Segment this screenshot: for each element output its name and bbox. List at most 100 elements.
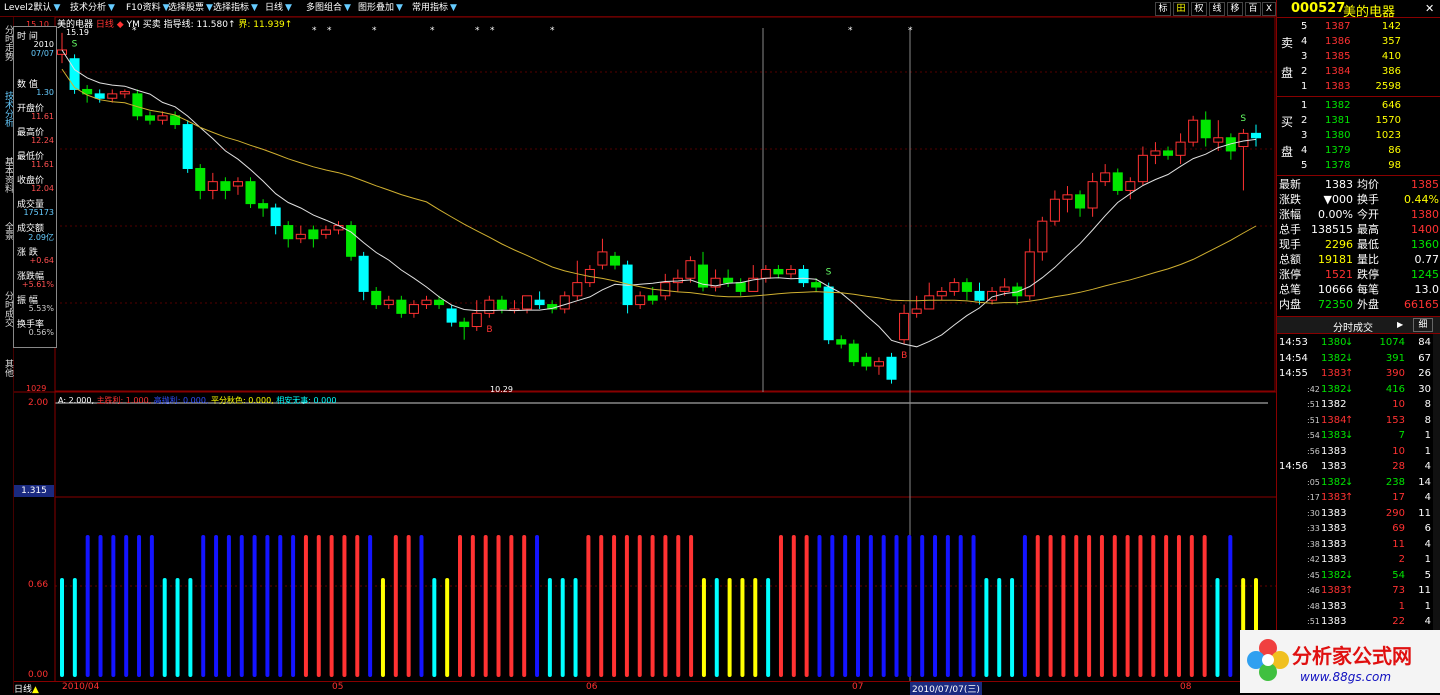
tab-other[interactable]: 其他 <box>0 359 13 377</box>
trade-count: 4 <box>1424 616 1431 627</box>
menu-period[interactable]: 日线 ▼ <box>265 2 292 14</box>
level-number: 1 <box>1301 100 1308 111</box>
close-icon[interactable]: X <box>1262 2 1276 16</box>
candle-body <box>873 361 884 367</box>
candle-body <box>421 299 432 306</box>
trade-row[interactable]: 14:54 1382 ↓ 391 67 <box>1277 351 1440 366</box>
panel-close-icon[interactable]: ✕ <box>1425 2 1434 15</box>
trade-volume: 1074 <box>1379 337 1405 348</box>
menu-multi-chart[interactable]: 多图组合 ▼ <box>306 2 351 14</box>
sells-row[interactable]: 4 1386 357 <box>1277 34 1440 49</box>
trade-volume: 28 <box>1392 461 1405 472</box>
date-label: 05 <box>332 682 344 692</box>
trades-list[interactable]: 14:53 1380 ↓ 1074 84 14:54 1382 ↓ 391 67 14:55 1383… <box>1277 334 1440 634</box>
quote-value: 1360 <box>1411 238 1439 251</box>
date-label: 08 <box>1180 682 1192 692</box>
menu-label: 图形叠加 <box>358 3 395 13</box>
trade-row[interactable]: :45 1382 ↓ 54 5 <box>1277 568 1440 583</box>
trade-row[interactable]: :48 1383 1 1 <box>1277 599 1440 614</box>
quote-value: 0.44% <box>1404 193 1439 206</box>
star-marker: * <box>430 26 435 36</box>
trades-title: 分时成交 <box>1333 323 1373 334</box>
candle-body <box>471 312 482 328</box>
trade-row[interactable]: :42 1383 2 1 <box>1277 552 1440 567</box>
kline-chart[interactable]: SBSBS* * * * * * * * * * <box>0 0 1276 693</box>
trade-row[interactable]: :56 1383 10 1 <box>1277 444 1440 459</box>
level-volume: 646 <box>1381 100 1401 111</box>
buys-row[interactable]: 2 1381 1570 <box>1277 113 1440 128</box>
move-button[interactable]: 移 <box>1227 2 1243 16</box>
sells-row[interactable]: 2 1384 386 <box>1277 64 1440 79</box>
trade-volume: 69 <box>1392 523 1405 534</box>
tab-panorama[interactable]: 全景 <box>0 222 13 240</box>
candle-body <box>848 343 859 363</box>
trades-scrollbar[interactable] <box>1433 334 1440 634</box>
menu-f10[interactable]: F10资料 ▼ <box>126 2 170 14</box>
candle-body <box>94 93 105 99</box>
quote-label: 总手 <box>1279 223 1301 236</box>
quote-row: 涨幅 0.00% 今开 1380 <box>1277 207 1440 222</box>
percent-button[interactable]: 百 <box>1245 2 1261 16</box>
menu-select-indicator[interactable]: 选择指标 ▼ <box>213 2 258 14</box>
data-window-value: 12.04 <box>31 184 54 193</box>
level-number: 4 <box>1301 145 1308 156</box>
trade-count: 11 <box>1418 507 1431 519</box>
menu-overlay[interactable]: 图形叠加 ▼ <box>358 2 403 14</box>
rights-button[interactable]: 权 <box>1191 2 1207 16</box>
buys-row[interactable]: 3 1380 1023 <box>1277 128 1440 143</box>
sells-row[interactable]: 1 1383 2598 <box>1277 79 1440 94</box>
trade-price: 1382 <box>1321 383 1347 395</box>
level-price: 1387 <box>1325 21 1351 32</box>
trade-row[interactable]: 14:55 1383 ↑ 390 26 <box>1277 366 1440 381</box>
trade-row[interactable]: :46 1383 ↑ 73 11 <box>1277 583 1440 598</box>
menu-select-stock[interactable]: 选择股票 ▼ <box>168 2 213 14</box>
trade-row[interactable]: :51 1384 ↑ 153 8 <box>1277 413 1440 428</box>
trade-row[interactable]: :54 1383 ↓ 7 1 <box>1277 428 1440 443</box>
quote-value: 1383 <box>1325 178 1353 191</box>
trade-time: :48 <box>1307 601 1320 611</box>
menu-level2[interactable]: Level2默认 ▼ <box>4 2 60 14</box>
date-axis: 日线▲ 2010/04 05 06 07 2010/07/07(三) 08 <box>14 681 1276 695</box>
trade-volume: 54 <box>1392 569 1405 581</box>
mark-button[interactable]: 标 <box>1155 2 1171 16</box>
trades-detail-button[interactable]: 细 <box>1413 318 1433 332</box>
buys-row[interactable]: 1 1382 646 <box>1277 98 1440 113</box>
trade-row[interactable]: :05 1382 ↓ 238 14 <box>1277 475 1440 490</box>
line-button[interactable]: 线 <box>1209 2 1225 16</box>
trades-arrow-icon[interactable]: ▶ <box>1397 320 1403 329</box>
trade-row[interactable]: :30 1383 290 11 <box>1277 506 1440 521</box>
tab-trades[interactable]: 分时成交 <box>0 291 13 327</box>
level-price: 1385 <box>1325 51 1351 62</box>
tab-fundamental[interactable]: 基本资料 <box>0 157 13 193</box>
trade-row[interactable]: :51 1383 22 4 <box>1277 614 1440 629</box>
candle-body <box>1049 198 1060 222</box>
candle-body <box>660 282 671 297</box>
trade-row[interactable]: :38 1383 11 4 <box>1277 537 1440 552</box>
sells-row[interactable]: 3 1385 410 <box>1277 49 1440 64</box>
menu-technical-analysis[interactable]: 技术分析 ▼ <box>70 2 115 14</box>
candle-body <box>572 282 583 297</box>
level-volume: 1023 <box>1375 130 1401 141</box>
tab-intraday[interactable]: 分时走势 <box>0 25 13 61</box>
buys-row[interactable]: 5 1378 98 <box>1277 158 1440 173</box>
trade-row[interactable]: :17 1383 ↑ 17 4 <box>1277 490 1440 505</box>
candle-body <box>1037 220 1048 253</box>
trade-row[interactable]: 14:53 1380 ↓ 1074 84 <box>1277 335 1440 350</box>
data-window-value: 0.56% <box>28 328 54 337</box>
sells-row[interactable]: 5 1387 142 <box>1277 19 1440 34</box>
grid-button[interactable]: 田 <box>1173 2 1189 16</box>
level-volume: 142 <box>1381 21 1401 32</box>
trade-row[interactable]: :51 1382 10 8 <box>1277 397 1440 412</box>
menu-common-indicators[interactable]: 常用指标 ▼ <box>412 2 457 14</box>
candle-body <box>823 286 834 341</box>
tab-technical[interactable]: 技术分析 <box>0 91 13 127</box>
arrow-down-icon: ↓ <box>1345 569 1354 581</box>
trade-row[interactable]: :42 1382 ↓ 416 30 <box>1277 382 1440 397</box>
buys-row[interactable]: 4 1379 86 <box>1277 143 1440 158</box>
trade-row[interactable]: 14:56 1383 28 4 <box>1277 459 1440 474</box>
trade-row[interactable]: :33 1383 69 6 <box>1277 521 1440 536</box>
period-tab[interactable]: 日线▲ <box>14 682 39 695</box>
star-marker: * <box>475 26 480 36</box>
trade-time: :56 <box>1307 446 1320 456</box>
trade-price: 1383 <box>1321 445 1347 457</box>
